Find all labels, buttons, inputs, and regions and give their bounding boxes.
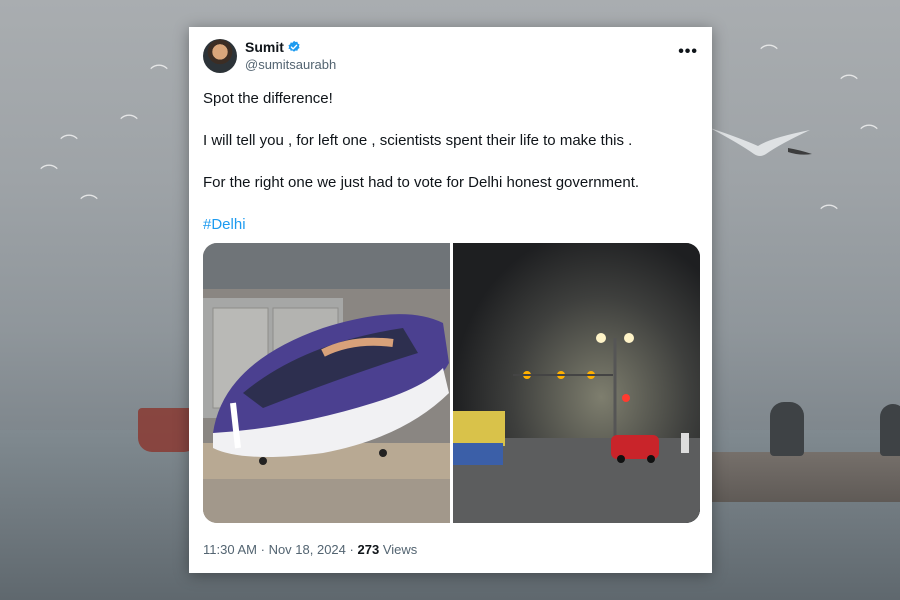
display-name-row: Sumit: [245, 39, 336, 55]
tweet-media: [203, 243, 700, 523]
bird-icon: ⌒: [40, 164, 58, 184]
seagull-icon: [700, 108, 820, 158]
tweet-date[interactable]: Nov 18, 2024: [269, 542, 346, 557]
river-embankment: [712, 452, 900, 502]
views-label: Views: [382, 542, 418, 557]
display-name[interactable]: Sumit: [245, 39, 284, 55]
pod-photo[interactable]: [203, 243, 450, 523]
bird-icon: ⌒: [820, 204, 838, 224]
bird-icon: ⌒: [150, 64, 168, 84]
foggy-street-photo[interactable]: [453, 243, 700, 523]
tweet-header: Sumit @sumitsaurabh •••: [203, 39, 698, 89]
verified-badge-icon: [287, 40, 301, 54]
views-count: 273: [357, 542, 380, 557]
bird-icon: ⌒: [860, 124, 878, 144]
meta-separator: ·: [260, 542, 265, 557]
tweet-meta: 11:30 AM · Nov 18, 2024 · 273 Views: [203, 542, 417, 557]
bird-icon: ⌒: [80, 194, 98, 214]
bird-icon: ⌒: [760, 44, 778, 64]
bird-icon: ⌒: [840, 74, 858, 94]
person-silhouette: [770, 402, 804, 456]
hashtag-link[interactable]: #Delhi: [203, 215, 246, 235]
tweet-card: Sumit @sumitsaurabh ••• Spot the differe…: [189, 27, 712, 573]
tweet-body: Spot the difference! I will tell you , f…: [203, 89, 698, 235]
avatar[interactable]: [203, 39, 237, 73]
tweet-text-line: I will tell you , for left one , scienti…: [203, 132, 633, 149]
person-silhouette: [880, 404, 900, 456]
more-icon[interactable]: •••: [678, 43, 698, 61]
tweet-time[interactable]: 11:30 AM: [203, 542, 257, 557]
meta-separator: ·: [349, 542, 354, 557]
bird-icon: ⌒: [60, 134, 78, 154]
tweet-text-line: Spot the difference!: [203, 90, 333, 107]
user-handle[interactable]: @sumitsaurabh: [245, 57, 336, 72]
author-info: Sumit @sumitsaurabh: [245, 39, 336, 72]
bird-icon: ⌒: [120, 114, 138, 134]
tweet-text-line: For the right one we just had to vote fo…: [203, 174, 640, 191]
